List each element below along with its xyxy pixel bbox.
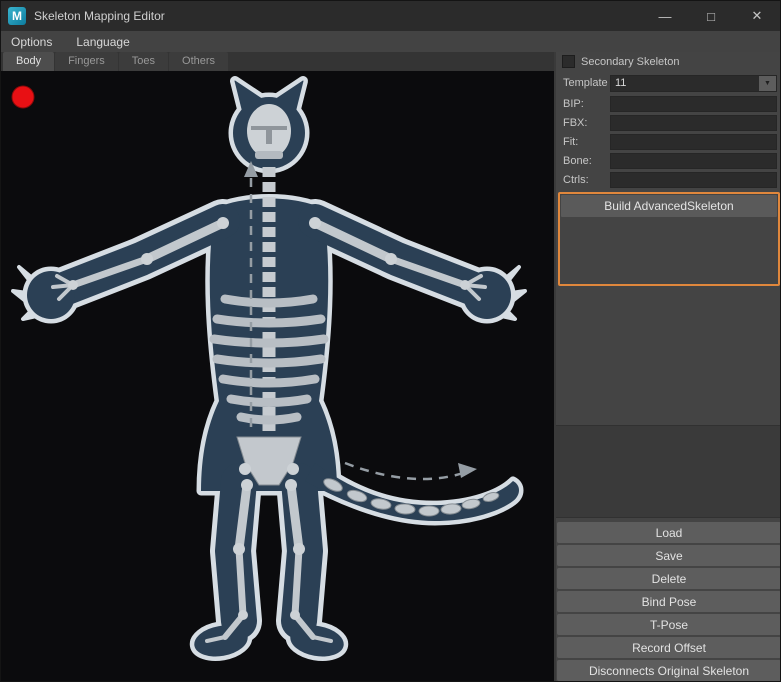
- chevron-down-glyph: ▼: [764, 80, 771, 87]
- bip-input[interactable]: [610, 96, 777, 112]
- minimize-button[interactable]: —: [642, 1, 688, 31]
- secondary-skeleton-label: Secondary Skeleton: [581, 55, 680, 68]
- menu-options[interactable]: Options: [11, 35, 52, 49]
- load-button[interactable]: Load: [557, 522, 780, 543]
- bind-pose-button[interactable]: Bind Pose: [557, 591, 780, 612]
- t-pose-button[interactable]: T-Pose: [557, 614, 780, 635]
- record-indicator-icon[interactable]: [11, 85, 35, 109]
- build-section-highlight: Build AdvancedSkeleton: [558, 192, 780, 286]
- tab-strip: Body Fingers Toes Others: [1, 52, 554, 71]
- fit-input[interactable]: [610, 134, 777, 150]
- chevron-down-icon[interactable]: ▼: [759, 76, 776, 91]
- right-panel: Secondary Skeleton Template 11 ▼ BIP: FB…: [554, 52, 780, 681]
- build-advancedskeleton-button[interactable]: Build AdvancedSkeleton: [561, 195, 777, 217]
- action-button-stack: Load Save Delete Bind Pose T-Pose Record…: [557, 522, 780, 681]
- tab-body[interactable]: Body: [3, 52, 55, 71]
- bip-label: BIP:: [563, 98, 584, 110]
- maximize-icon: □: [707, 8, 715, 24]
- window-title: Skeleton Mapping Editor: [34, 9, 165, 23]
- tab-toes[interactable]: Toes: [118, 52, 169, 71]
- bone-row: Bone:: [556, 153, 780, 169]
- window-controls: — □ ✕: [642, 1, 780, 31]
- menubar: Options Language: [1, 31, 780, 52]
- minimize-icon: —: [658, 8, 672, 24]
- empty-list-area: [556, 425, 780, 518]
- skeleton-mapping-editor-window: M Skeleton Mapping Editor — □ ✕ Options …: [0, 0, 781, 682]
- tab-others[interactable]: Others: [169, 52, 229, 71]
- close-button[interactable]: ✕: [734, 1, 780, 31]
- ctrls-label: Ctrls:: [563, 174, 589, 186]
- bone-input[interactable]: [610, 153, 777, 169]
- ctrls-input[interactable]: [610, 172, 777, 188]
- character-illustration: [11, 76, 527, 661]
- viewport-canvas[interactable]: [1, 71, 554, 681]
- fit-label: Fit:: [563, 136, 579, 148]
- template-row: Template 11 ▼: [556, 75, 780, 92]
- fbx-input[interactable]: [610, 115, 777, 131]
- close-icon: ✕: [751, 8, 763, 23]
- bone-label: Bone:: [563, 155, 592, 167]
- disconnects-original-skeleton-button[interactable]: Disconnects Original Skeleton: [557, 660, 780, 681]
- record-offset-button[interactable]: Record Offset: [557, 637, 780, 658]
- tail-direction-arrow: [344, 461, 464, 481]
- fbx-row: FBX:: [556, 115, 780, 131]
- template-value: 11: [615, 77, 627, 89]
- menu-language[interactable]: Language: [76, 35, 129, 49]
- template-dropdown[interactable]: 11 ▼: [610, 75, 777, 92]
- fit-row: Fit:: [556, 134, 780, 150]
- save-button[interactable]: Save: [557, 545, 780, 566]
- maximize-button[interactable]: □: [688, 1, 734, 31]
- tab-fingers[interactable]: Fingers: [55, 52, 118, 71]
- titlebar[interactable]: M Skeleton Mapping Editor — □ ✕: [1, 1, 780, 31]
- bip-row: BIP:: [556, 96, 780, 112]
- secondary-skeleton-row: Secondary Skeleton: [562, 55, 679, 68]
- ctrls-row: Ctrls:: [556, 172, 780, 188]
- maya-logo-icon: M: [8, 7, 26, 25]
- secondary-skeleton-checkbox[interactable]: [562, 55, 575, 68]
- delete-button[interactable]: Delete: [557, 568, 780, 589]
- maya-logo-letter: M: [12, 9, 22, 23]
- fbx-label: FBX:: [563, 117, 588, 129]
- template-label: Template: [563, 77, 608, 89]
